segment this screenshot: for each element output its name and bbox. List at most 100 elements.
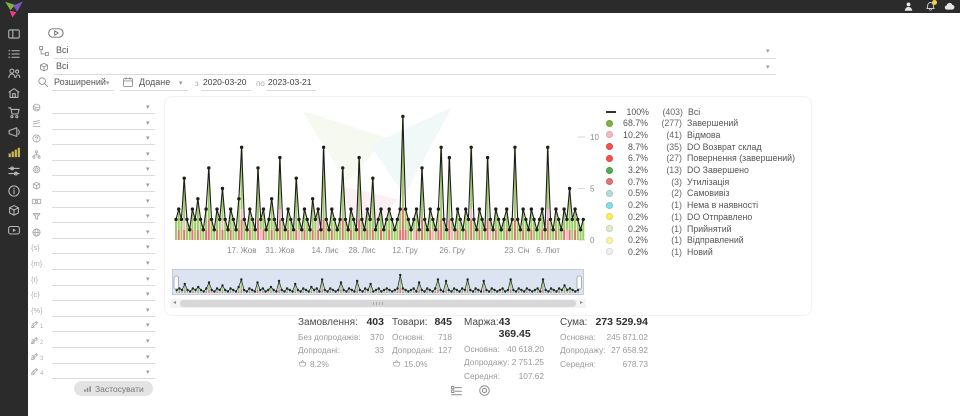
- filter-select-input[interactable]: [52, 194, 155, 208]
- legend-item[interactable]: 0.7%(3)Утилізація: [606, 176, 729, 187]
- date-field-input[interactable]: [120, 77, 188, 91]
- filter-select-input[interactable]: [52, 178, 155, 192]
- sidebar-item-info[interactable]: [7, 184, 21, 198]
- chevron-down-icon[interactable]: ▾: [146, 151, 150, 158]
- sitemap-icon: [31, 149, 42, 160]
- legend-item[interactable]: 10.2%(41)Відмова: [606, 129, 720, 140]
- filter-select-input[interactable]: [52, 162, 155, 176]
- legend-pct: 6.7%: [618, 153, 648, 163]
- legend-pct: 100%: [619, 107, 649, 117]
- legend-item[interactable]: 0.2%(1)Прийнятий: [606, 223, 732, 234]
- chevron-down-icon[interactable]: ▾: [146, 182, 150, 189]
- legend-item[interactable]: 8.7%(35)DO Возврат склад: [606, 141, 762, 152]
- chevron-down-icon[interactable]: ▾: [146, 213, 150, 220]
- legend-pct: 3.2%: [618, 165, 648, 175]
- sidebar-item-analytics[interactable]: [7, 145, 21, 159]
- globe-icon: [31, 227, 42, 238]
- legend-item[interactable]: 3.2%(13)DO Завершено: [606, 165, 749, 176]
- legend-pct: 10.2%: [618, 130, 648, 140]
- source-filter-input[interactable]: [54, 45, 776, 59]
- legend-count: (3): [652, 177, 682, 187]
- legend-count: (27): [652, 153, 682, 163]
- filter-select-input[interactable]: [52, 147, 155, 161]
- chevron-down-icon[interactable]: ▾: [146, 291, 150, 298]
- chevron-down-icon[interactable]: ▾: [146, 104, 150, 111]
- legend-item[interactable]: 6.7%(27)Повернення (завершений): [606, 153, 795, 164]
- pencil-number: 4: [40, 371, 43, 377]
- chevron-down-icon[interactable]: ▾: [146, 244, 150, 251]
- scroll-right-button[interactable]: ▸: [577, 299, 586, 308]
- sidebar-item-clients[interactable]: [7, 66, 21, 80]
- date-to-input[interactable]: [266, 77, 316, 91]
- chevron-down-icon[interactable]: ▾: [179, 80, 183, 87]
- sidebar-item-orders[interactable]: [7, 47, 21, 61]
- filter-select-input[interactable]: [52, 303, 155, 317]
- chevron-down-icon[interactable]: ▾: [766, 48, 770, 55]
- sidebar-item-dashboard[interactable]: [7, 27, 21, 41]
- chevron-down-icon[interactable]: ▾: [146, 322, 150, 329]
- legend-item[interactable]: 0.5%(2)Самовивіз: [606, 188, 730, 199]
- filter-select-input[interactable]: [52, 209, 155, 223]
- tag-play-icon[interactable]: [46, 26, 66, 40]
- stat-column-0: Замовлення:403Без допродажів:370Допродан…: [298, 316, 384, 369]
- legend-item[interactable]: 0.2%(1)Відправлений: [606, 235, 744, 246]
- filter-select-input[interactable]: [52, 350, 155, 364]
- video-icon: [7, 223, 21, 237]
- sidebar-item-sliders[interactable]: [7, 164, 21, 178]
- svg-text:31. Жов: 31. Жов: [265, 246, 294, 255]
- legend-item[interactable]: 0.2%(1)Новий: [606, 246, 713, 257]
- chevron-down-icon[interactable]: ▾: [146, 354, 150, 361]
- brush-handle-right[interactable]: [577, 276, 582, 289]
- stat-title-row: Маржа:43 369.45: [464, 316, 544, 340]
- chevron-down-icon[interactable]: ▾: [146, 198, 150, 205]
- app-logo[interactable]: [4, 1, 24, 18]
- apply-button[interactable]: Застосувати: [74, 381, 153, 396]
- sidebar-item-store[interactable]: [7, 86, 21, 100]
- filter-select-input[interactable]: [52, 272, 155, 286]
- chart-scrollbar[interactable]: ◂ ▸: [170, 299, 586, 308]
- scroll-thumb[interactable]: [180, 300, 576, 307]
- filter-select-input[interactable]: [52, 256, 155, 270]
- cube-view-icon[interactable]: [478, 384, 491, 397]
- chevron-down-icon[interactable]: ▾: [146, 120, 150, 127]
- category-filter-input[interactable]: [54, 61, 776, 75]
- legend-item[interactable]: 100%(403)Всі: [606, 106, 700, 117]
- filter-select-input[interactable]: [52, 225, 155, 239]
- cube-icon: [31, 180, 42, 191]
- legend-item[interactable]: 0.2%(1)Нема в наявності: [606, 200, 758, 211]
- chevron-down-icon[interactable]: ▾: [146, 307, 150, 314]
- filter-select-input[interactable]: [52, 287, 155, 301]
- chevron-down-icon[interactable]: ▾: [146, 135, 150, 142]
- filter-select-input[interactable]: [52, 131, 155, 145]
- brush-handle-left[interactable]: [174, 276, 179, 289]
- filter-select-input[interactable]: [52, 100, 155, 114]
- chevron-down-icon[interactable]: ▾: [146, 260, 150, 267]
- sidebar-item-megaphone[interactable]: [7, 125, 21, 139]
- chevron-down-icon[interactable]: ▾: [146, 276, 150, 283]
- stat-sub-value: 27 658.92: [611, 345, 648, 355]
- sidebar-item-cart[interactable]: [7, 105, 21, 119]
- chevron-down-icon[interactable]: ▾: [146, 166, 150, 173]
- sidebar-item-products[interactable]: [7, 203, 21, 217]
- person-icon[interactable]: [903, 1, 914, 12]
- filter-select-input[interactable]: [52, 318, 155, 332]
- legend-item[interactable]: 0.2%(1)DO Отправлено: [606, 211, 752, 222]
- scroll-left-button[interactable]: ◂: [170, 299, 179, 308]
- list-view-icon[interactable]: [450, 384, 463, 397]
- filter-select-input[interactable]: [52, 240, 155, 254]
- stat-sub-value: 127: [438, 345, 452, 355]
- search-mode-input[interactable]: [52, 77, 114, 91]
- chevron-down-icon[interactable]: ▾: [146, 338, 150, 345]
- chevron-down-icon[interactable]: ▾: [766, 64, 770, 71]
- filter-select-input[interactable]: [52, 334, 155, 348]
- legend-item[interactable]: 68.7%(277)Завершений: [606, 118, 738, 129]
- chevron-down-icon[interactable]: ▾: [106, 80, 110, 87]
- cloud-icon[interactable]: [944, 1, 955, 12]
- filter-select-input[interactable]: [52, 116, 155, 130]
- chevron-down-icon[interactable]: ▾: [146, 369, 150, 376]
- chevron-down-icon[interactable]: ▾: [146, 229, 150, 236]
- sidebar-item-video[interactable]: [7, 223, 21, 237]
- chart-minimap[interactable]: [172, 269, 584, 297]
- filter-select-input[interactable]: [52, 365, 155, 379]
- date-from-input[interactable]: [201, 77, 251, 91]
